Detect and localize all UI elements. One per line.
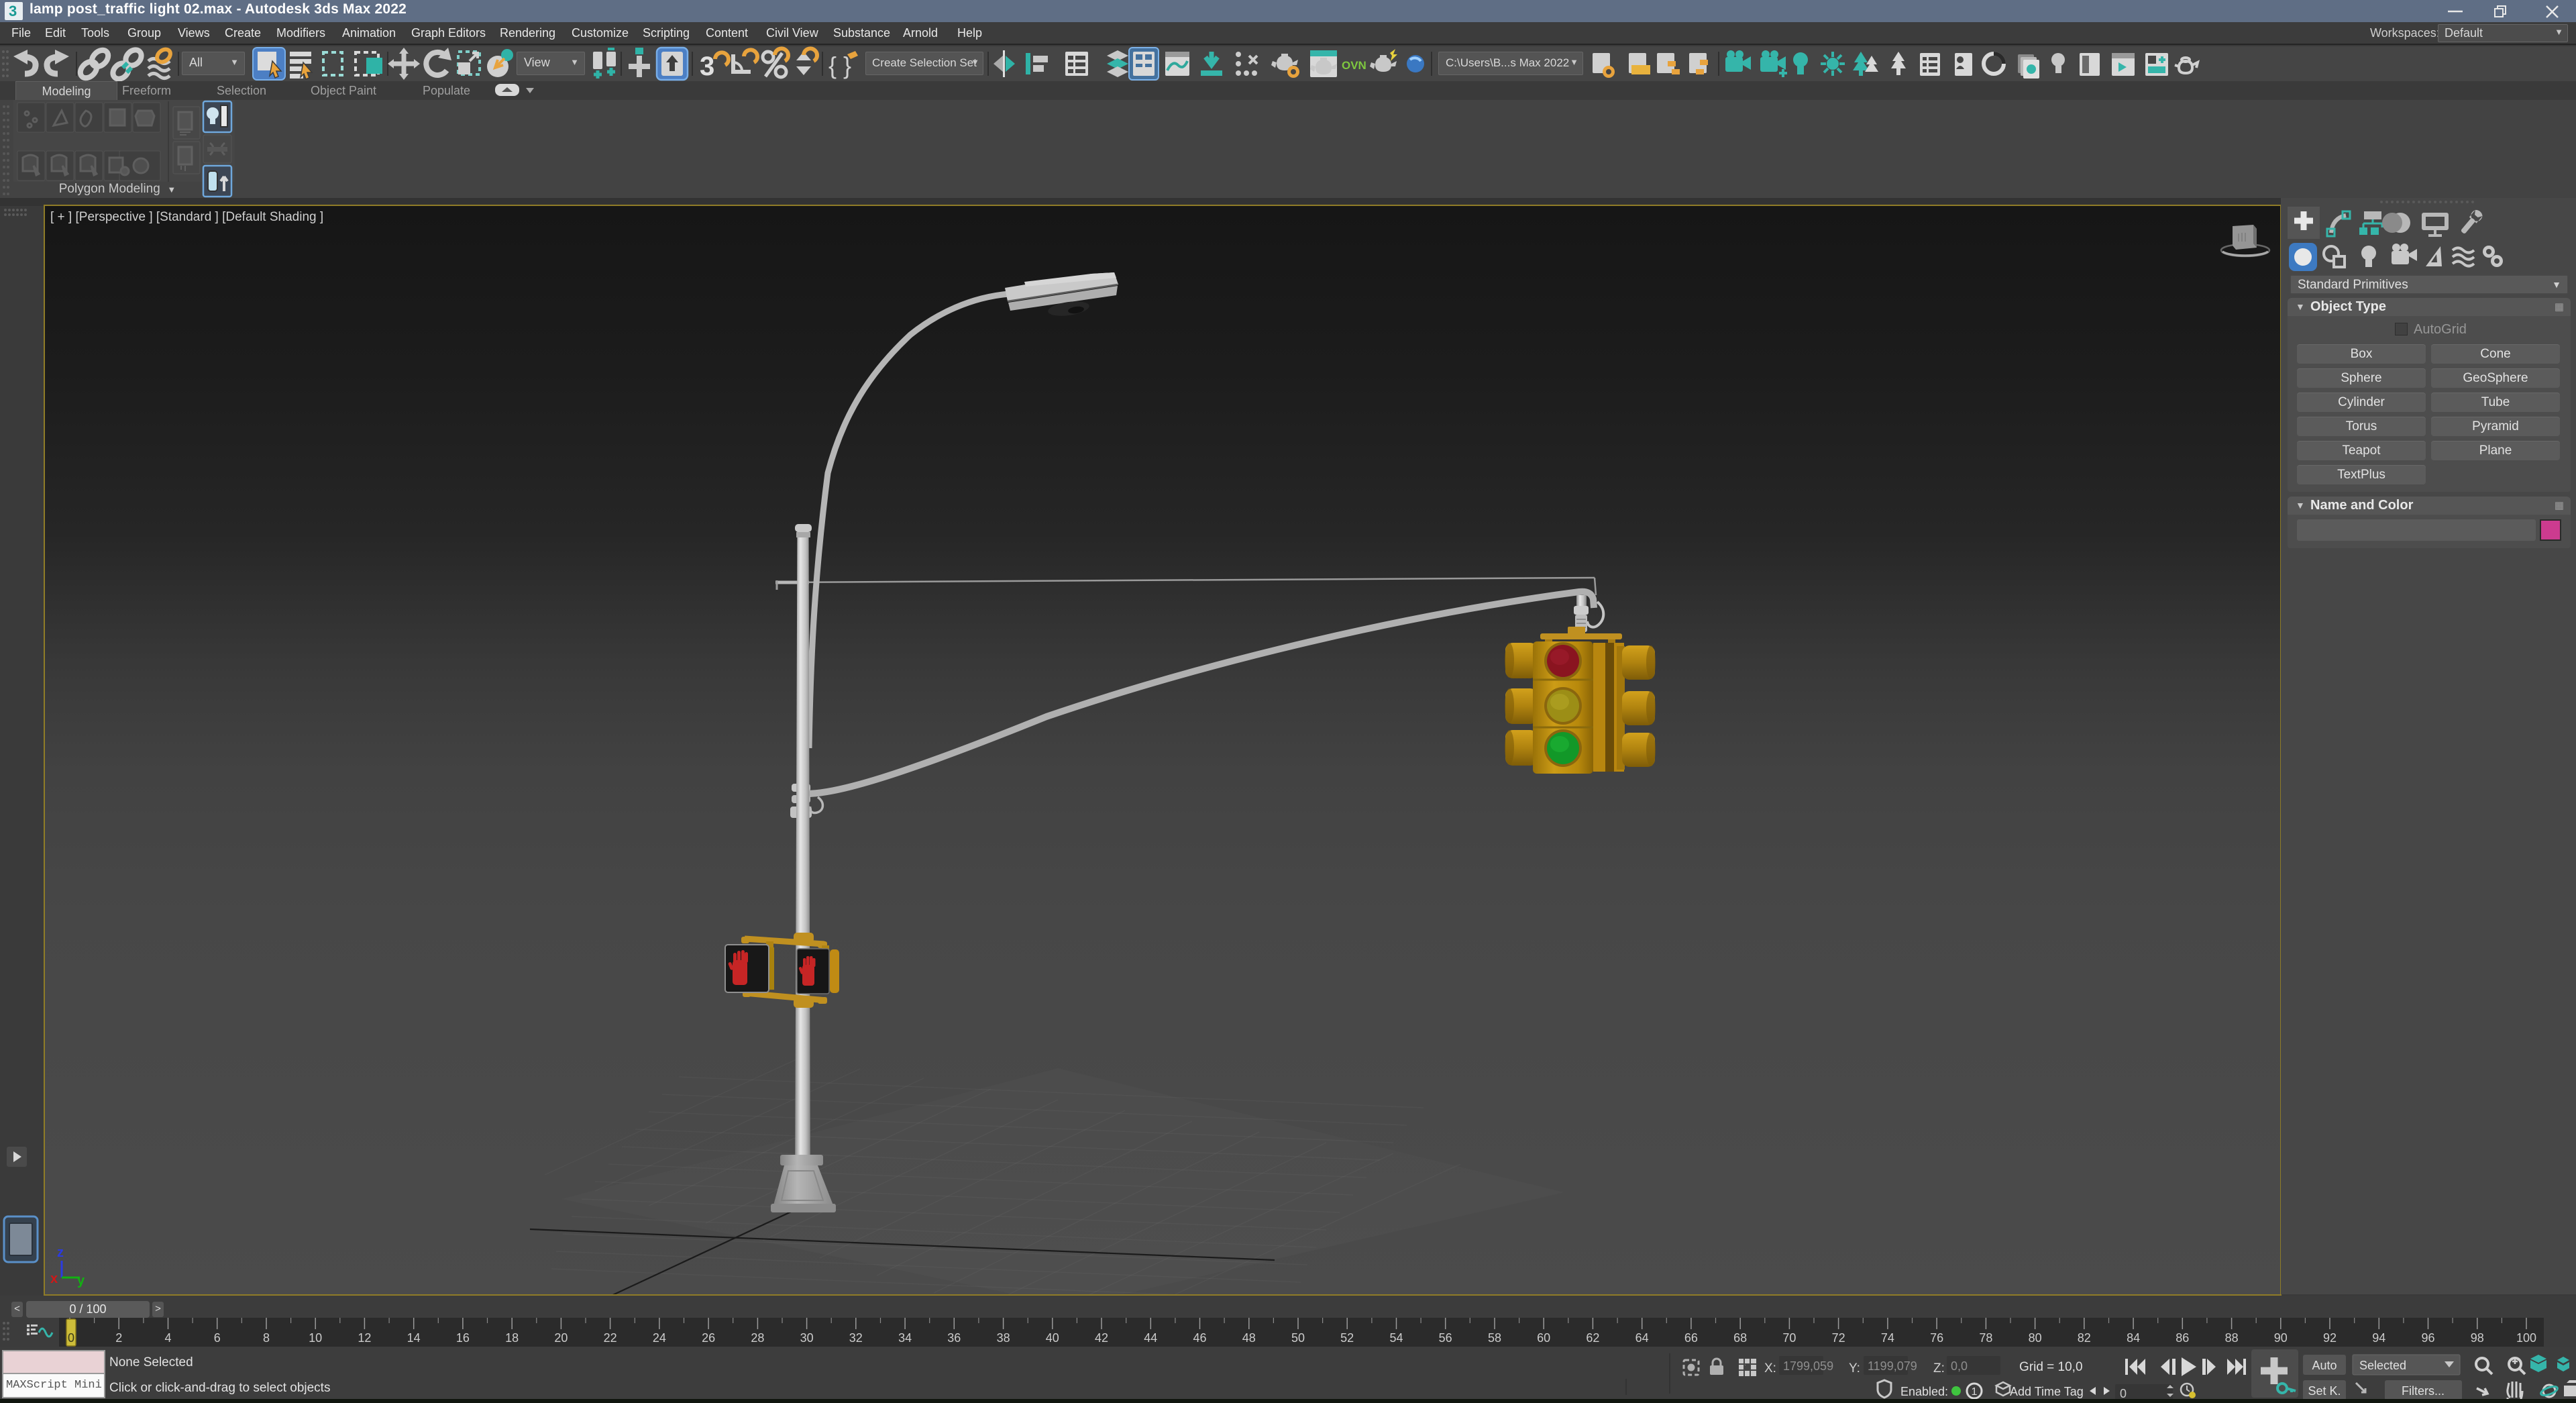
svg-text:66: 66	[1684, 1331, 1698, 1345]
svg-text:3: 3	[700, 52, 714, 81]
svg-text:Z:: Z:	[1933, 1361, 1945, 1375]
svg-text:64: 64	[1635, 1331, 1649, 1345]
svg-text:50: 50	[1291, 1331, 1305, 1345]
svg-text:46: 46	[1193, 1331, 1206, 1345]
svg-text:OVN: OVN	[1342, 59, 1366, 72]
svg-text:Grid = 10,0: Grid = 10,0	[2019, 1360, 2083, 1374]
svg-text:32: 32	[849, 1331, 863, 1345]
svg-text:56: 56	[1439, 1331, 1452, 1345]
svg-text:38: 38	[997, 1331, 1010, 1345]
svg-text:58: 58	[1488, 1331, 1501, 1345]
svg-text:12: 12	[358, 1331, 371, 1345]
svg-text:24: 24	[653, 1331, 666, 1345]
svg-text:14: 14	[407, 1331, 421, 1345]
svg-text:16: 16	[456, 1331, 470, 1345]
svg-text:92: 92	[2323, 1331, 2337, 1345]
svg-text:100: 100	[2516, 1331, 2536, 1345]
svg-text:48: 48	[1242, 1331, 1256, 1345]
svg-text:{ }: { }	[828, 52, 851, 79]
svg-text:1799,059: 1799,059	[1783, 1359, 1833, 1373]
svg-text:2: 2	[115, 1331, 122, 1345]
svg-text:x: x	[50, 1271, 58, 1286]
svg-text:Enabled:: Enabled:	[1900, 1385, 1948, 1398]
svg-text:8: 8	[263, 1331, 270, 1345]
svg-text:68: 68	[1733, 1331, 1747, 1345]
svg-text:44: 44	[1144, 1331, 1157, 1345]
svg-text:10: 10	[309, 1331, 322, 1345]
svg-text:Set K.: Set K.	[2308, 1384, 2341, 1398]
svg-text:96: 96	[2421, 1331, 2434, 1345]
svg-text:26: 26	[702, 1331, 715, 1345]
svg-text:78: 78	[1979, 1331, 1992, 1345]
svg-text:Y:: Y:	[1849, 1361, 1860, 1375]
svg-text:Add Time Tag: Add Time Tag	[2010, 1385, 2084, 1398]
svg-text:18: 18	[505, 1331, 519, 1345]
svg-text:22: 22	[604, 1331, 617, 1345]
svg-text:42: 42	[1095, 1331, 1108, 1345]
svg-text:90: 90	[2274, 1331, 2288, 1345]
svg-text:54: 54	[1389, 1331, 1403, 1345]
svg-text:76: 76	[1930, 1331, 1943, 1345]
svg-text:30: 30	[800, 1331, 814, 1345]
svg-text:84: 84	[2127, 1331, 2140, 1345]
svg-text:20: 20	[554, 1331, 568, 1345]
svg-text:Selected: Selected	[2359, 1359, 2406, 1372]
svg-text:98: 98	[2471, 1331, 2484, 1345]
svg-text:80: 80	[2029, 1331, 2042, 1345]
svg-text:88: 88	[2225, 1331, 2239, 1345]
svg-text:1: 1	[1972, 1386, 1978, 1398]
svg-text:0,0: 0,0	[1951, 1359, 1968, 1373]
svg-text:82: 82	[2078, 1331, 2091, 1345]
svg-text:y: y	[77, 1274, 85, 1288]
svg-text:34: 34	[898, 1331, 912, 1345]
svg-text:X:: X:	[1764, 1361, 1776, 1375]
svg-text:4: 4	[164, 1331, 171, 1345]
svg-text:62: 62	[1586, 1331, 1599, 1345]
svg-text:0: 0	[68, 1331, 74, 1345]
svg-text:70: 70	[1782, 1331, 1796, 1345]
svg-text:52: 52	[1340, 1331, 1354, 1345]
svg-text:40: 40	[1046, 1331, 1059, 1345]
svg-text:3: 3	[9, 3, 17, 19]
svg-text:z: z	[57, 1245, 64, 1260]
svg-text:6: 6	[214, 1331, 221, 1345]
svg-text:72: 72	[1832, 1331, 1845, 1345]
svg-text:60: 60	[1537, 1331, 1550, 1345]
svg-text:Filters...: Filters...	[2402, 1384, 2445, 1398]
svg-text:36: 36	[947, 1331, 961, 1345]
svg-text:Auto: Auto	[2312, 1359, 2337, 1372]
svg-text:28: 28	[751, 1331, 764, 1345]
svg-text:94: 94	[2372, 1331, 2385, 1345]
svg-text:86: 86	[2176, 1331, 2189, 1345]
svg-text:1199,079: 1199,079	[1868, 1359, 1917, 1373]
svg-text:74: 74	[1881, 1331, 1894, 1345]
svg-text:0: 0	[2120, 1387, 2127, 1399]
